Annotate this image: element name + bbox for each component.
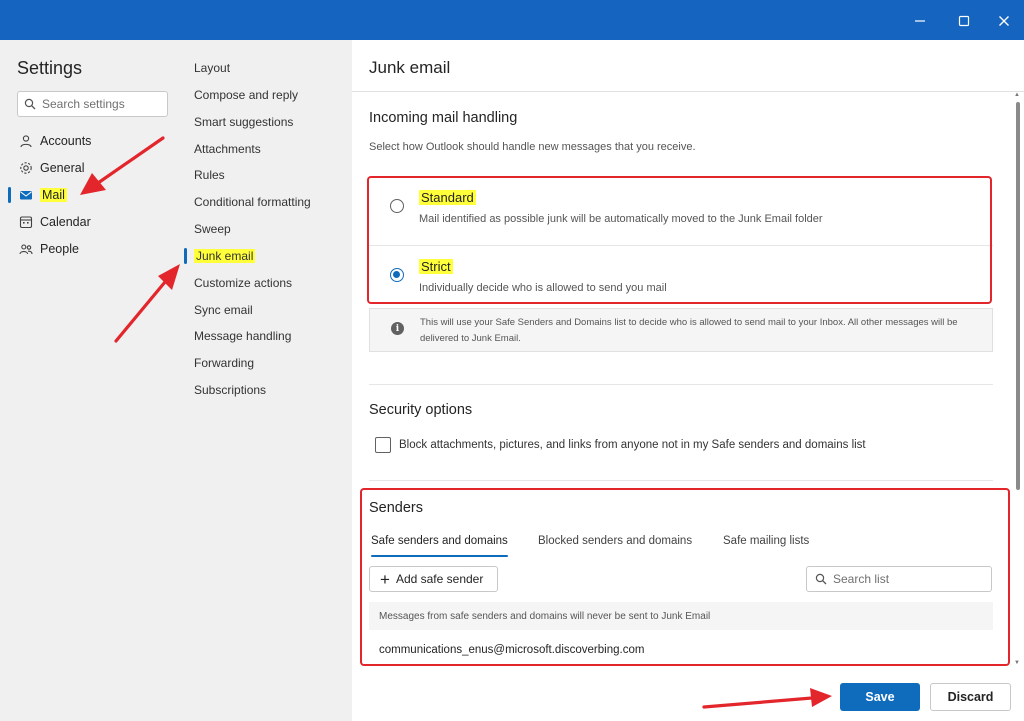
people-icon: [18, 241, 34, 257]
sub-item-compose-and-reply[interactable]: Compose and reply: [194, 84, 298, 106]
sub-item-customize-actions[interactable]: Customize actions: [194, 272, 292, 294]
senders-heading: Senders: [369, 500, 424, 516]
gear-icon: [18, 160, 34, 176]
block-attachments-label[interactable]: Block attachments, pictures, and links f…: [399, 439, 866, 451]
mail-icon: [18, 187, 34, 203]
page-title: Junk email: [369, 58, 451, 77]
scroll-up-icon[interactable]: ▲: [1014, 92, 1020, 98]
sub-item-junk-email[interactable]: Junk email: [184, 245, 256, 267]
sub-item-attachments[interactable]: Attachments: [194, 138, 261, 160]
sidebar-item-label: Calendar: [40, 215, 91, 229]
standard-option[interactable]: Standard Mail identified as possible jun…: [369, 178, 993, 246]
sub-item-label: Layout: [194, 61, 231, 75]
strict-option[interactable]: Strict Individually decide who is allowe…: [369, 247, 993, 315]
sub-item-message-handling[interactable]: Message handling: [194, 325, 291, 347]
sidebar-item-calendar[interactable]: Calendar: [0, 209, 180, 235]
sidebar-item-general[interactable]: General: [0, 155, 180, 181]
add-safe-sender-button[interactable]: + Add safe sender: [369, 566, 498, 592]
info-icon: i: [391, 322, 404, 335]
person-icon: [18, 133, 34, 149]
sidebar-item-label: General: [40, 161, 85, 175]
sub-item-label: Message handling: [194, 329, 292, 343]
tab-label: Blocked senders and domains: [538, 535, 693, 547]
junk-email-pane: Junk email Incoming mail handling Select…: [352, 40, 1024, 721]
sub-item-subscriptions[interactable]: Subscriptions: [194, 379, 266, 401]
strict-radio[interactable]: [390, 268, 404, 282]
sub-item-sweep[interactable]: Sweep: [194, 218, 231, 240]
list-item[interactable]: communications_enus@microsoft.discoverbi…: [369, 638, 993, 662]
scrollbar-thumb[interactable]: [1016, 102, 1020, 490]
mail-settings-nav: Layout Compose and reply Smart suggestio…: [180, 40, 352, 721]
strict-label: Strict: [419, 259, 453, 274]
sidebar-item-accounts[interactable]: Accounts: [0, 128, 180, 154]
sub-item-rules[interactable]: Rules: [194, 164, 225, 186]
sub-item-smart-suggestions[interactable]: Smart suggestions: [194, 111, 293, 133]
sidebar-item-label: Mail: [40, 188, 67, 202]
standard-description: Mail identified as possible junk will be…: [419, 213, 823, 225]
add-safe-sender-label: Add safe sender: [395, 572, 484, 586]
selection-indicator: [184, 248, 187, 264]
search-list-placeholder: Search list: [833, 572, 890, 586]
search-list-input[interactable]: Search list: [806, 566, 992, 592]
info-text: This will use your Safe Senders and Doma…: [420, 317, 958, 344]
sub-item-label: Forwarding: [194, 356, 255, 370]
scrollbar[interactable]: ▲ ▼: [1014, 92, 1022, 666]
incoming-mail-heading: Incoming mail handling: [369, 110, 518, 126]
sub-item-conditional-formatting[interactable]: Conditional formatting: [194, 191, 311, 213]
section-divider: [369, 384, 993, 385]
sub-item-sync-email[interactable]: Sync email: [194, 299, 253, 321]
minimize-icon[interactable]: [900, 6, 940, 36]
section-divider: [369, 480, 993, 481]
strict-info-box: i This will use your Safe Senders and Do…: [369, 308, 993, 352]
footer: Save Discard: [352, 672, 1024, 721]
tab-blocked-senders[interactable]: Blocked senders and domains: [538, 535, 692, 557]
sub-item-label: Customize actions: [194, 276, 293, 290]
search-icon: [815, 573, 827, 585]
sidebar-item-label: Accounts: [40, 134, 92, 148]
block-attachments-checkbox[interactable]: [375, 437, 391, 453]
sub-item-label: Junk email: [194, 249, 256, 263]
title-divider: [352, 91, 1024, 92]
standard-radio[interactable]: [390, 199, 404, 213]
sidebar-item-mail[interactable]: Mail: [0, 182, 180, 208]
sub-item-layout[interactable]: Layout: [194, 57, 230, 79]
sidebar-item-label: People: [40, 242, 79, 256]
sub-item-label: Subscriptions: [194, 383, 267, 397]
plus-icon: +: [380, 569, 390, 589]
strict-description: Individually decide who is allowed to se…: [419, 282, 667, 294]
discard-button[interactable]: Discard: [930, 683, 1011, 711]
sub-item-label: Attachments: [194, 142, 261, 156]
tab-label: Safe senders and domains: [371, 535, 508, 547]
senders-list-header: Messages from safe senders and domains w…: [369, 602, 993, 630]
incoming-mail-description: Select how Outlook should handle new mes…: [369, 141, 696, 153]
sidebar-item-people[interactable]: People: [0, 236, 180, 262]
sub-item-label: Conditional formatting: [194, 195, 311, 209]
selection-indicator: [8, 187, 11, 203]
sub-item-label: Sweep: [194, 222, 231, 236]
scroll-down-icon[interactable]: ▼: [1014, 660, 1020, 666]
tab-safe-mailing-lists[interactable]: Safe mailing lists: [723, 535, 809, 557]
standard-label: Standard: [419, 190, 476, 205]
tab-underline: [371, 555, 508, 557]
search-settings-input[interactable]: Search settings: [17, 91, 168, 117]
search-icon: [24, 98, 36, 110]
tab-safe-senders[interactable]: Safe senders and domains: [371, 535, 508, 557]
security-options-heading: Security options: [369, 402, 473, 418]
tab-label: Safe mailing lists: [723, 535, 810, 547]
maximize-icon[interactable]: [944, 6, 984, 36]
sub-item-label: Rules: [194, 168, 225, 182]
sub-item-label: Compose and reply: [194, 88, 299, 102]
sub-item-label: Sync email: [194, 303, 253, 317]
search-placeholder: Search settings: [42, 97, 125, 111]
settings-sidebar: Settings Search settings Accounts Genera…: [0, 40, 180, 721]
calendar-icon: [18, 214, 34, 230]
settings-title: Settings: [17, 58, 83, 78]
save-button[interactable]: Save: [840, 683, 920, 711]
title-bar: [0, 0, 1024, 40]
close-icon[interactable]: [984, 6, 1024, 36]
sub-item-forwarding[interactable]: Forwarding: [194, 352, 254, 374]
sub-item-label: Smart suggestions: [194, 115, 294, 129]
